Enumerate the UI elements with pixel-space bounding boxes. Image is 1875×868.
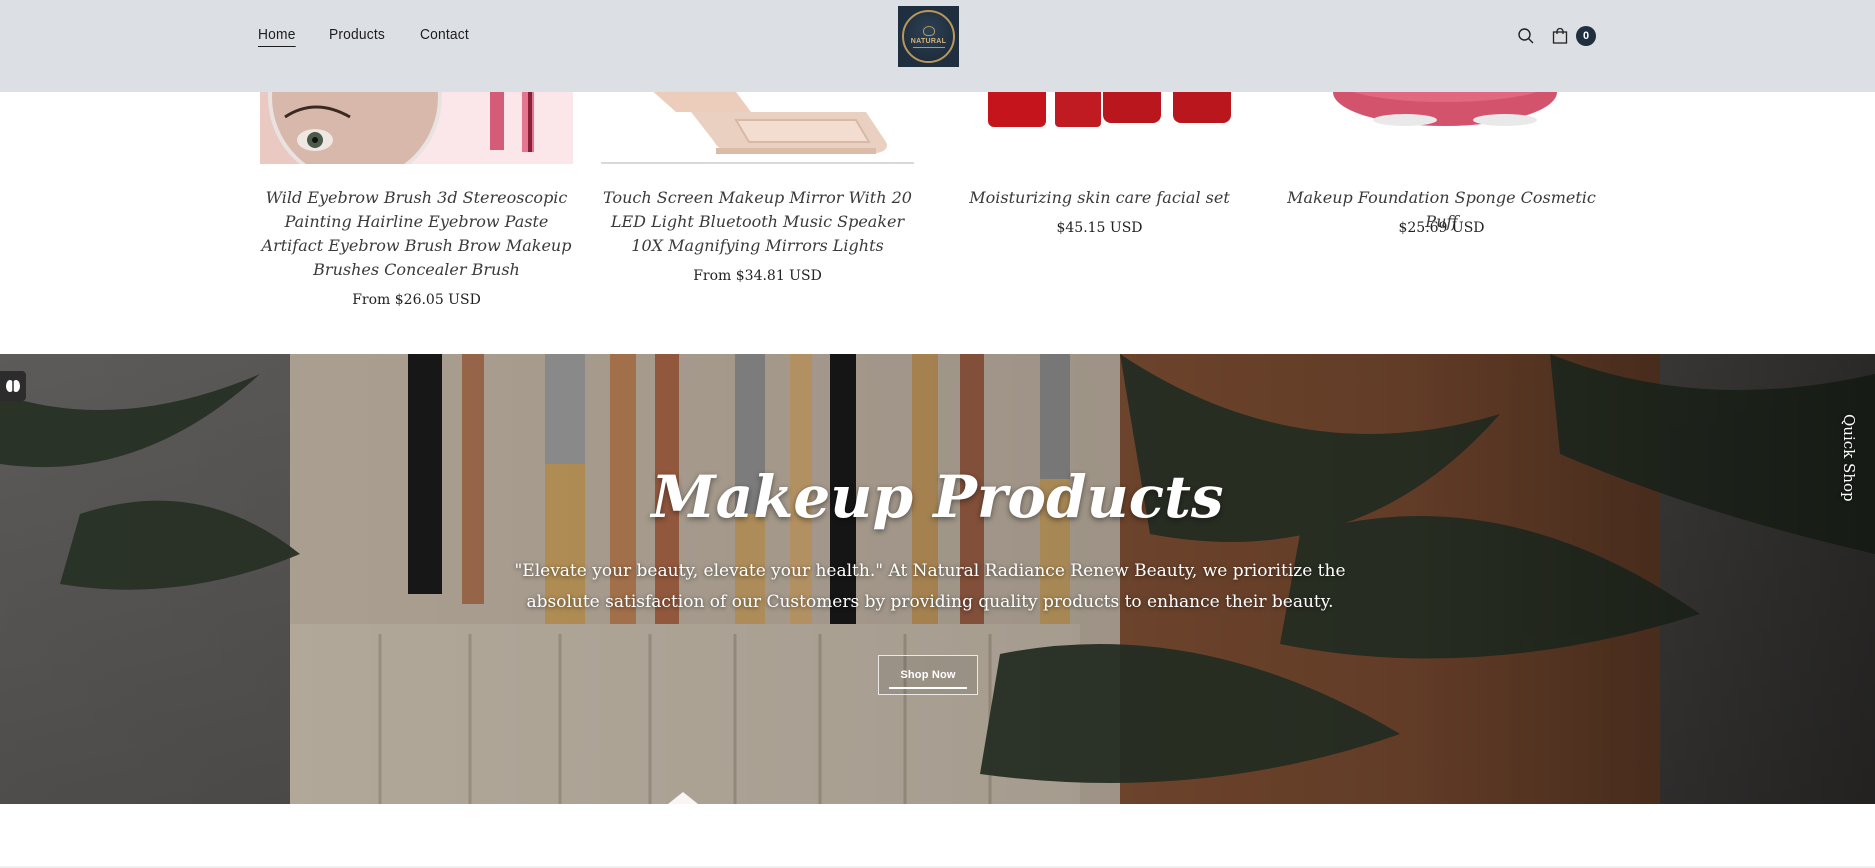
site-header: Home Products Contact NATURAL 0 <box>0 0 1875 92</box>
header-icons: 0 <box>1516 26 1596 46</box>
accessibility-widget[interactable] <box>0 371 26 401</box>
site-logo[interactable]: NATURAL <box>898 6 959 67</box>
cart-count-badge[interactable]: 0 <box>1576 26 1596 46</box>
quick-shop-tab[interactable]: Quick Shop <box>1834 408 1864 508</box>
main-nav: Home Products Contact <box>258 26 473 47</box>
product-title[interactable]: Touch Screen Makeup Mirror With 20 LED L… <box>601 186 914 258</box>
quick-shop-label: Quick Shop <box>1840 414 1858 502</box>
product-price: $25.69 USD <box>1398 220 1485 236</box>
banner-description: "Elevate your beauty, elevate your healt… <box>514 561 1346 612</box>
product-price: $45.15 USD <box>1056 220 1143 236</box>
product-price: From $34.81 USD <box>693 268 822 284</box>
nav-contact[interactable]: Contact <box>420 26 469 47</box>
logo-leaf-icon <box>922 25 935 36</box>
nav-products[interactable]: Products <box>329 26 385 47</box>
shop-now-button[interactable]: Shop Now <box>878 655 978 695</box>
logo-emblem: NATURAL <box>902 10 955 63</box>
nav-home[interactable]: Home <box>258 26 296 47</box>
product-title[interactable]: Wild Eyebrow Brush 3d Stereoscopic Paint… <box>260 186 573 282</box>
cart-icon[interactable] <box>1550 26 1570 46</box>
product-title[interactable]: Moisturizing skin care facial set <box>943 186 1256 210</box>
accessibility-icon <box>6 380 20 392</box>
logo-text: NATURAL <box>910 37 947 45</box>
logo-underline <box>912 46 945 48</box>
search-icon[interactable] <box>1516 26 1536 46</box>
product-price: From $26.05 USD <box>352 292 481 308</box>
banner-title: Makeup Products <box>651 463 1224 531</box>
